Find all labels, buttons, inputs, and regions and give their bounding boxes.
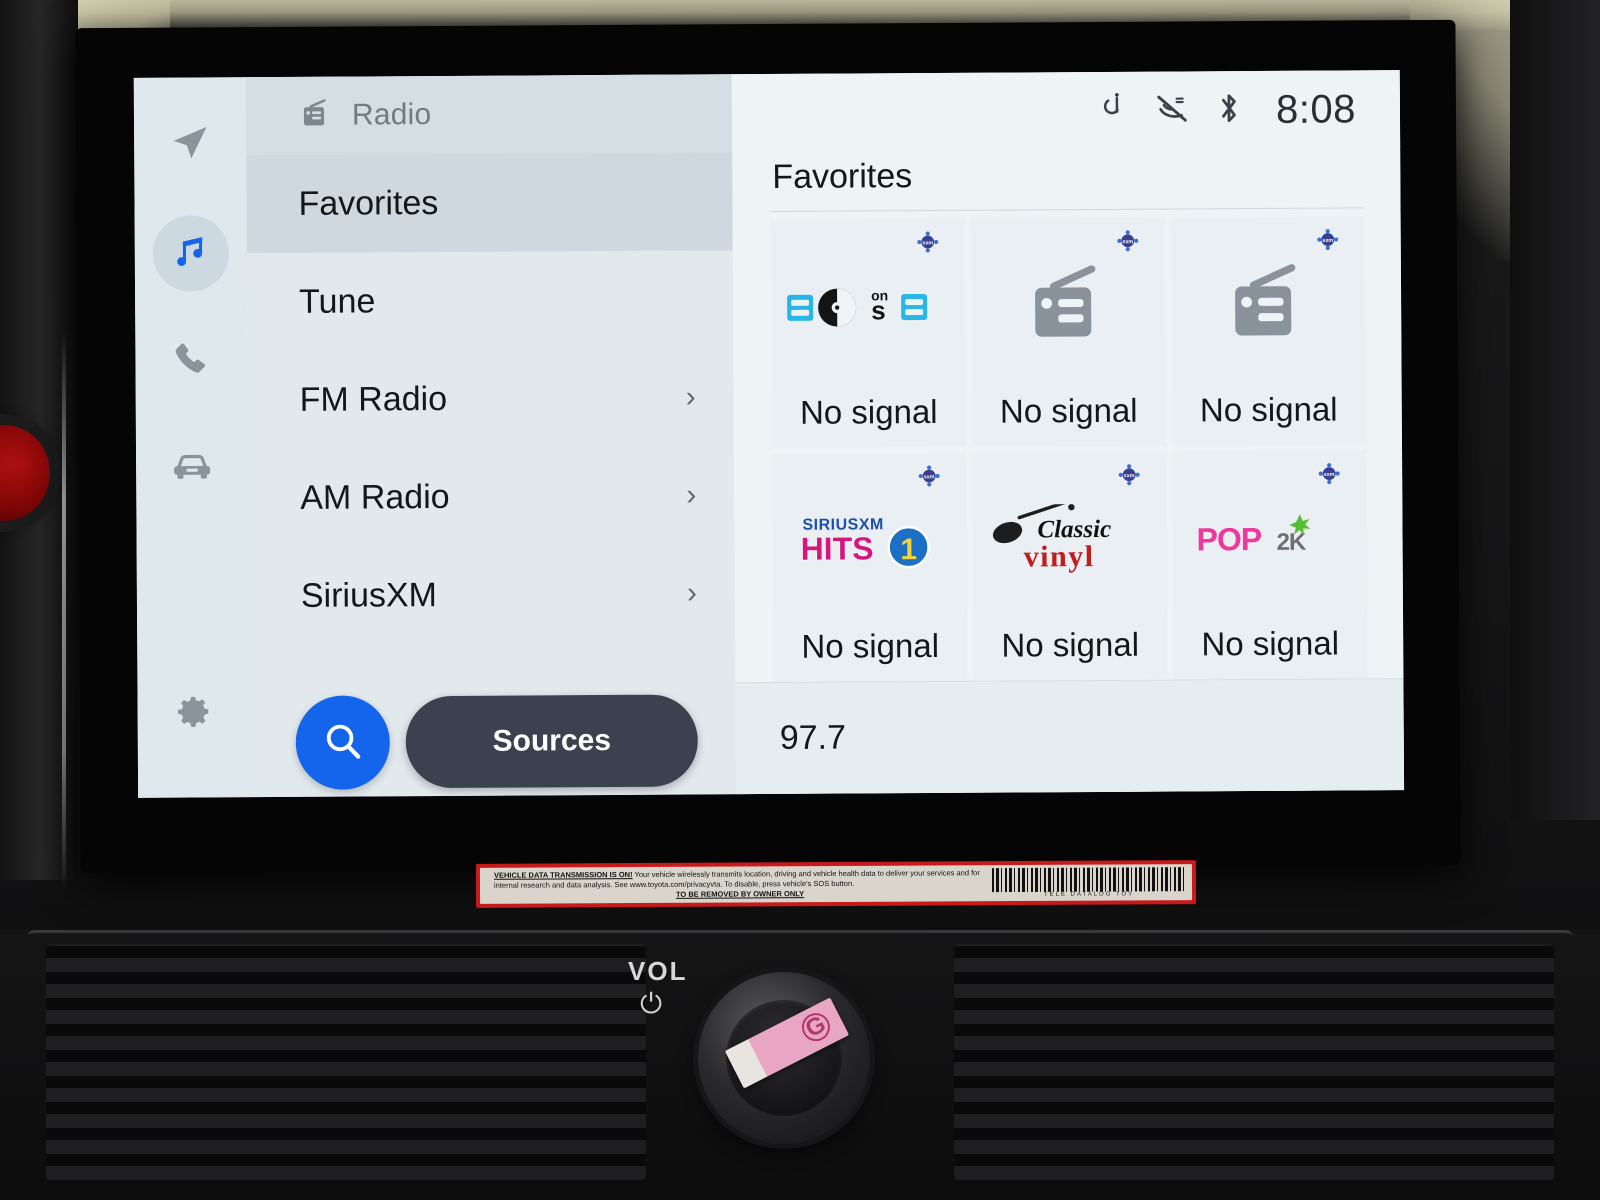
chevron-right-icon: › bbox=[686, 576, 697, 610]
rail-item-media[interactable] bbox=[149, 211, 234, 296]
right-dash-panel bbox=[1510, 0, 1600, 820]
menu-item-fm-radio[interactable]: FM Radio › bbox=[247, 348, 734, 449]
menu-item-label: SiriusXM bbox=[300, 575, 438, 615]
sources-button-label: Sources bbox=[492, 723, 612, 758]
svg-text:sxm: sxm bbox=[1322, 238, 1333, 244]
menu-bottom-bar: Sources bbox=[249, 686, 736, 797]
sources-button[interactable]: Sources bbox=[405, 694, 699, 789]
barcode-bars bbox=[991, 867, 1187, 893]
air-vent-left bbox=[46, 944, 646, 1180]
volume-knob-assembly[interactable]: VOL ⏻ G bbox=[628, 956, 880, 1150]
phone-icon bbox=[169, 337, 213, 386]
favorite-tile[interactable]: sxm s on No signal bbox=[770, 218, 967, 448]
menu-item-label: FM Radio bbox=[299, 379, 448, 419]
sticker-barcode: TELE DATALOG TOY bbox=[991, 864, 1192, 901]
tile-status-label: No signal bbox=[801, 626, 940, 665]
rail-spacer bbox=[193, 536, 194, 672]
now-playing-bar[interactable]: 97.7 bbox=[735, 678, 1405, 795]
now-playing-frequency: 97.7 bbox=[779, 718, 847, 757]
tile-status-label: No signal bbox=[799, 392, 938, 431]
radio-menu-panel[interactable]: Radio Favorites Tune FM Radio › AM Radio bbox=[245, 74, 737, 798]
radio-icon bbox=[298, 95, 334, 136]
barcode-caption: TELE DATALOG TOY bbox=[1043, 891, 1135, 898]
siriusxm-badge-icon: sxm bbox=[1118, 464, 1140, 486]
svg-text:POP: POP bbox=[1196, 521, 1261, 557]
rail-item-settings[interactable] bbox=[151, 671, 236, 756]
svg-text:sxm: sxm bbox=[1324, 472, 1335, 478]
rail-item-navigation[interactable] bbox=[148, 103, 233, 188]
menu-item-tune[interactable]: Tune bbox=[247, 250, 734, 351]
app-rail[interactable] bbox=[133, 77, 251, 798]
menu-item-label: Favorites bbox=[298, 183, 439, 223]
svg-text:HITS: HITS bbox=[801, 530, 874, 566]
car-icon bbox=[169, 444, 215, 495]
status-clock: 8:08 bbox=[1275, 86, 1357, 132]
volume-label: VOL bbox=[628, 956, 688, 986]
bluetooth-icon bbox=[1216, 90, 1242, 131]
menu-header: Radio bbox=[245, 74, 733, 156]
menu-item-siriusxm[interactable]: SiriusXM › bbox=[249, 544, 736, 645]
search-button[interactable] bbox=[295, 695, 391, 790]
menu-item-label: Tune bbox=[298, 281, 376, 321]
svg-text:1: 1 bbox=[900, 533, 917, 566]
chevron-right-icon: › bbox=[686, 478, 697, 512]
favorite-tile[interactable]: sxm SIRIUSXM HITS 1 No signal bbox=[772, 452, 968, 682]
page-title: Favorites bbox=[772, 157, 913, 196]
air-vent-right bbox=[954, 944, 1554, 1180]
tile-status-label: No signal bbox=[1001, 625, 1140, 664]
menu-item-label: AM Radio bbox=[300, 477, 450, 517]
svg-text:on: on bbox=[871, 287, 888, 303]
favorite-tile[interactable]: sxm No signal bbox=[970, 217, 1167, 447]
music-note-icon bbox=[168, 228, 214, 279]
power-icon: ⏻ bbox=[640, 988, 663, 1019]
search-icon bbox=[320, 717, 366, 768]
sticker-text-block: VEHICLE DATA TRANSMISSION IS ON! Your ve… bbox=[480, 867, 992, 903]
menu-list[interactable]: Favorites Tune FM Radio › AM Radio › Sir… bbox=[246, 152, 735, 689]
status-bar: 8:08 bbox=[731, 70, 1401, 153]
pillar-highlight-edge bbox=[62, 330, 66, 890]
rail-item-vehicle[interactable] bbox=[150, 427, 235, 512]
favorite-tile[interactable]: sxm POP 2K No signal bbox=[1172, 450, 1368, 680]
menu-item-am-radio[interactable]: AM Radio › bbox=[248, 446, 735, 547]
siriusxm-badge-icon: sxm bbox=[918, 465, 940, 487]
favorites-grid[interactable]: sxm s on No signal sxm No signal sxm No … bbox=[733, 208, 1404, 682]
svg-text:sxm: sxm bbox=[1122, 239, 1133, 245]
menu-header-label: Radio bbox=[351, 98, 432, 132]
favorite-tile[interactable]: sxm No signal bbox=[1170, 216, 1366, 446]
head-unit-bezel: Radio Favorites Tune FM Radio › AM Radio bbox=[75, 19, 1461, 874]
voice-recognition-muted-icon bbox=[1154, 92, 1190, 129]
siriusxm-badge-icon: sxm bbox=[917, 231, 939, 253]
navigation-arrow-icon bbox=[168, 121, 212, 170]
chevron-right-icon: › bbox=[685, 380, 696, 414]
infotainment-screen[interactable]: Radio Favorites Tune FM Radio › AM Radio bbox=[133, 70, 1405, 798]
siriusxm-badge-icon: sxm bbox=[1318, 463, 1340, 485]
siriusxm-badge-icon: sxm bbox=[1317, 229, 1339, 251]
vehicle-data-sticker: VEHICLE DATA TRANSMISSION IS ON! Your ve… bbox=[475, 860, 1197, 908]
content-panel: 8:08 Favorites sxm s on No signal sxm No… bbox=[731, 70, 1405, 795]
menu-item-favorites[interactable]: Favorites bbox=[246, 152, 733, 254]
favorite-tile[interactable]: sxm Classic vinyl No signal bbox=[972, 451, 1168, 681]
svg-text:vinyl: vinyl bbox=[1024, 540, 1095, 573]
tile-status-label: No signal bbox=[1201, 624, 1340, 663]
siriusxm-badge-icon: sxm bbox=[1117, 230, 1139, 252]
knob-sticker-glyph: G bbox=[797, 1008, 835, 1046]
svg-text:sxm: sxm bbox=[1124, 473, 1135, 479]
svg-text:sxm: sxm bbox=[922, 240, 933, 246]
gear-icon bbox=[171, 689, 215, 738]
tile-status-label: No signal bbox=[999, 391, 1138, 430]
tile-status-label: No signal bbox=[1199, 390, 1338, 429]
svg-text:sxm: sxm bbox=[924, 474, 935, 480]
qi-wireless-charging-icon bbox=[1098, 91, 1128, 130]
rail-item-phone[interactable] bbox=[149, 319, 234, 404]
sticker-headline: VEHICLE DATA TRANSMISSION IS ON! bbox=[493, 870, 633, 881]
